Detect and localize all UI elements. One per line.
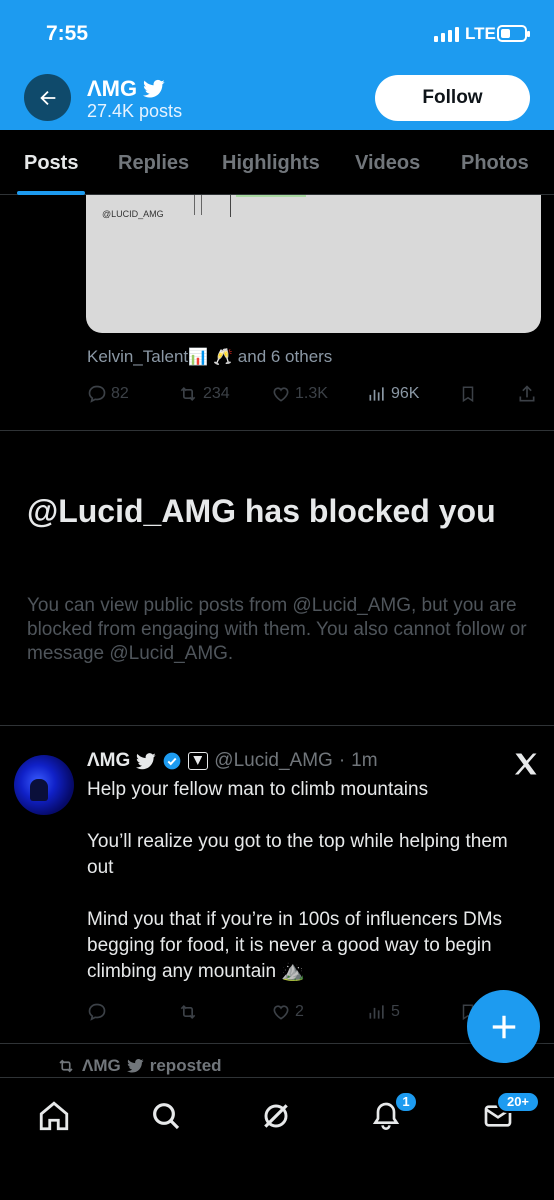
header-name-text: ɅMG xyxy=(87,76,138,101)
reply-icon xyxy=(88,1003,106,1021)
view-count: 5 xyxy=(391,1003,400,1020)
bottom-navigation: 1 20+ xyxy=(0,1077,554,1200)
liked-by-line[interactable]: Kelvin_Talent📊 🥂 and 6 others xyxy=(87,347,332,367)
repost-label: reposted xyxy=(149,1056,222,1075)
repost-icon xyxy=(180,1004,196,1020)
header-post-count: 27.4K posts xyxy=(87,101,183,121)
like-count: 1.3K xyxy=(295,385,328,402)
header-display-name: ɅMG xyxy=(87,76,165,102)
bookmark-icon xyxy=(462,386,474,403)
post-media-image[interactable]: @LUCID_AMG xyxy=(86,195,541,333)
grok-icon xyxy=(264,1104,288,1128)
repost-author[interactable]: ɅMG xyxy=(82,1056,121,1076)
repost-button[interactable]: 234 xyxy=(177,384,230,404)
messages-badge: 20+ xyxy=(496,1091,540,1113)
tweet-author-name[interactable]: ɅMG xyxy=(87,750,130,772)
view-count: 96K xyxy=(391,385,420,402)
tab-replies[interactable]: Replies xyxy=(118,152,189,175)
heart-icon xyxy=(273,387,289,402)
tweet-author-handle[interactable]: @Lucid_AMG xyxy=(214,750,333,772)
plus-icon xyxy=(492,1015,515,1038)
twitter-bird-icon xyxy=(136,752,156,769)
image-detail xyxy=(230,195,231,217)
affiliate-badge-icon xyxy=(188,752,209,770)
nav-home[interactable] xyxy=(34,1096,74,1136)
liked-by-rest: and 6 others xyxy=(237,347,333,366)
liked-by-emojis: 📊 🥂 xyxy=(188,347,234,366)
handle-separator: · xyxy=(338,750,346,771)
views-button[interactable]: 5 xyxy=(367,1002,400,1022)
tab-photos[interactable]: Photos xyxy=(461,152,529,175)
profile-header-banner: 7:55 LTE ɅMG 27.4K posts Follow xyxy=(0,0,554,130)
network-type: LTE xyxy=(465,24,496,43)
post-actions: 82 234 1.3K 96K xyxy=(87,384,542,408)
compose-post-button[interactable] xyxy=(467,990,540,1063)
nav-search[interactable] xyxy=(146,1096,186,1136)
like-button[interactable]: 1.3K xyxy=(271,384,328,404)
tweet-paragraph: Help your fellow man to climb mountains xyxy=(87,779,429,800)
tweet-paragraph: Mind you that if you’re in 100s of influ… xyxy=(87,909,503,982)
reply-count: 82 xyxy=(111,385,129,402)
tweet-paragraph: You’ll realize you got to the top while … xyxy=(87,831,508,878)
repost-context: ɅMG reposted xyxy=(56,1056,222,1076)
blocked-description: You can view public posts from @Lucid_AM… xyxy=(27,595,527,664)
twitter-bird-icon xyxy=(126,1059,144,1073)
tab-posts[interactable]: Posts xyxy=(24,152,78,175)
reply-icon xyxy=(88,385,106,403)
profile-tabs: Posts Replies Highlights Videos Photos xyxy=(0,130,554,195)
arrow-left-icon xyxy=(39,90,55,105)
share-icon xyxy=(519,385,535,402)
avatar-figure xyxy=(30,779,48,801)
tweet-header: ɅMG @Lucid_AMG · 1m xyxy=(87,750,378,772)
battery-icon xyxy=(497,25,530,42)
signal-strength-icon xyxy=(434,26,459,42)
tab-highlights[interactable]: Highlights xyxy=(222,152,320,175)
image-watermark: @LUCID_AMG xyxy=(102,209,164,219)
liked-by-name: Kelvin_Talent xyxy=(87,347,189,366)
image-detail xyxy=(236,195,306,197)
views-chart-icon xyxy=(369,387,384,401)
repost-count: 234 xyxy=(203,385,230,402)
status-bar: 7:55 LTE xyxy=(0,0,554,66)
repost-icon xyxy=(59,1059,73,1073)
notifications-badge: 1 xyxy=(394,1091,418,1113)
x-logo-icon xyxy=(514,753,537,775)
back-button[interactable] xyxy=(24,74,71,121)
image-detail xyxy=(194,195,202,215)
tweet-timestamp: 1m xyxy=(351,750,378,771)
active-tab-indicator xyxy=(17,191,85,195)
status-time: 7:55 xyxy=(46,22,89,45)
repost-button[interactable] xyxy=(177,1002,199,1022)
avatar[interactable] xyxy=(14,755,74,815)
views-chart-icon xyxy=(369,1005,384,1019)
home-icon xyxy=(39,1101,69,1131)
verified-badge-icon xyxy=(163,752,181,770)
bookmark-button[interactable] xyxy=(459,384,477,404)
tab-videos[interactable]: Videos xyxy=(355,152,420,175)
like-button[interactable]: 2 xyxy=(271,1002,304,1022)
search-icon xyxy=(153,1103,180,1130)
section-divider xyxy=(0,725,554,726)
blocked-title: @Lucid_AMG has blocked you xyxy=(27,493,496,529)
twitter-bird-icon xyxy=(143,79,165,98)
tweet-text: Help your fellow man to climb mountains … xyxy=(87,777,537,1011)
post-divider xyxy=(0,430,554,431)
reply-button[interactable]: 82 xyxy=(87,384,129,404)
repost-icon xyxy=(180,386,196,402)
reply-button[interactable] xyxy=(87,1002,107,1022)
heart-icon xyxy=(273,1005,289,1020)
nav-grok[interactable] xyxy=(256,1096,296,1136)
like-count: 2 xyxy=(295,1003,304,1020)
follow-button[interactable]: Follow xyxy=(375,75,530,121)
views-button[interactable]: 96K xyxy=(367,384,419,404)
share-button[interactable] xyxy=(517,384,537,404)
